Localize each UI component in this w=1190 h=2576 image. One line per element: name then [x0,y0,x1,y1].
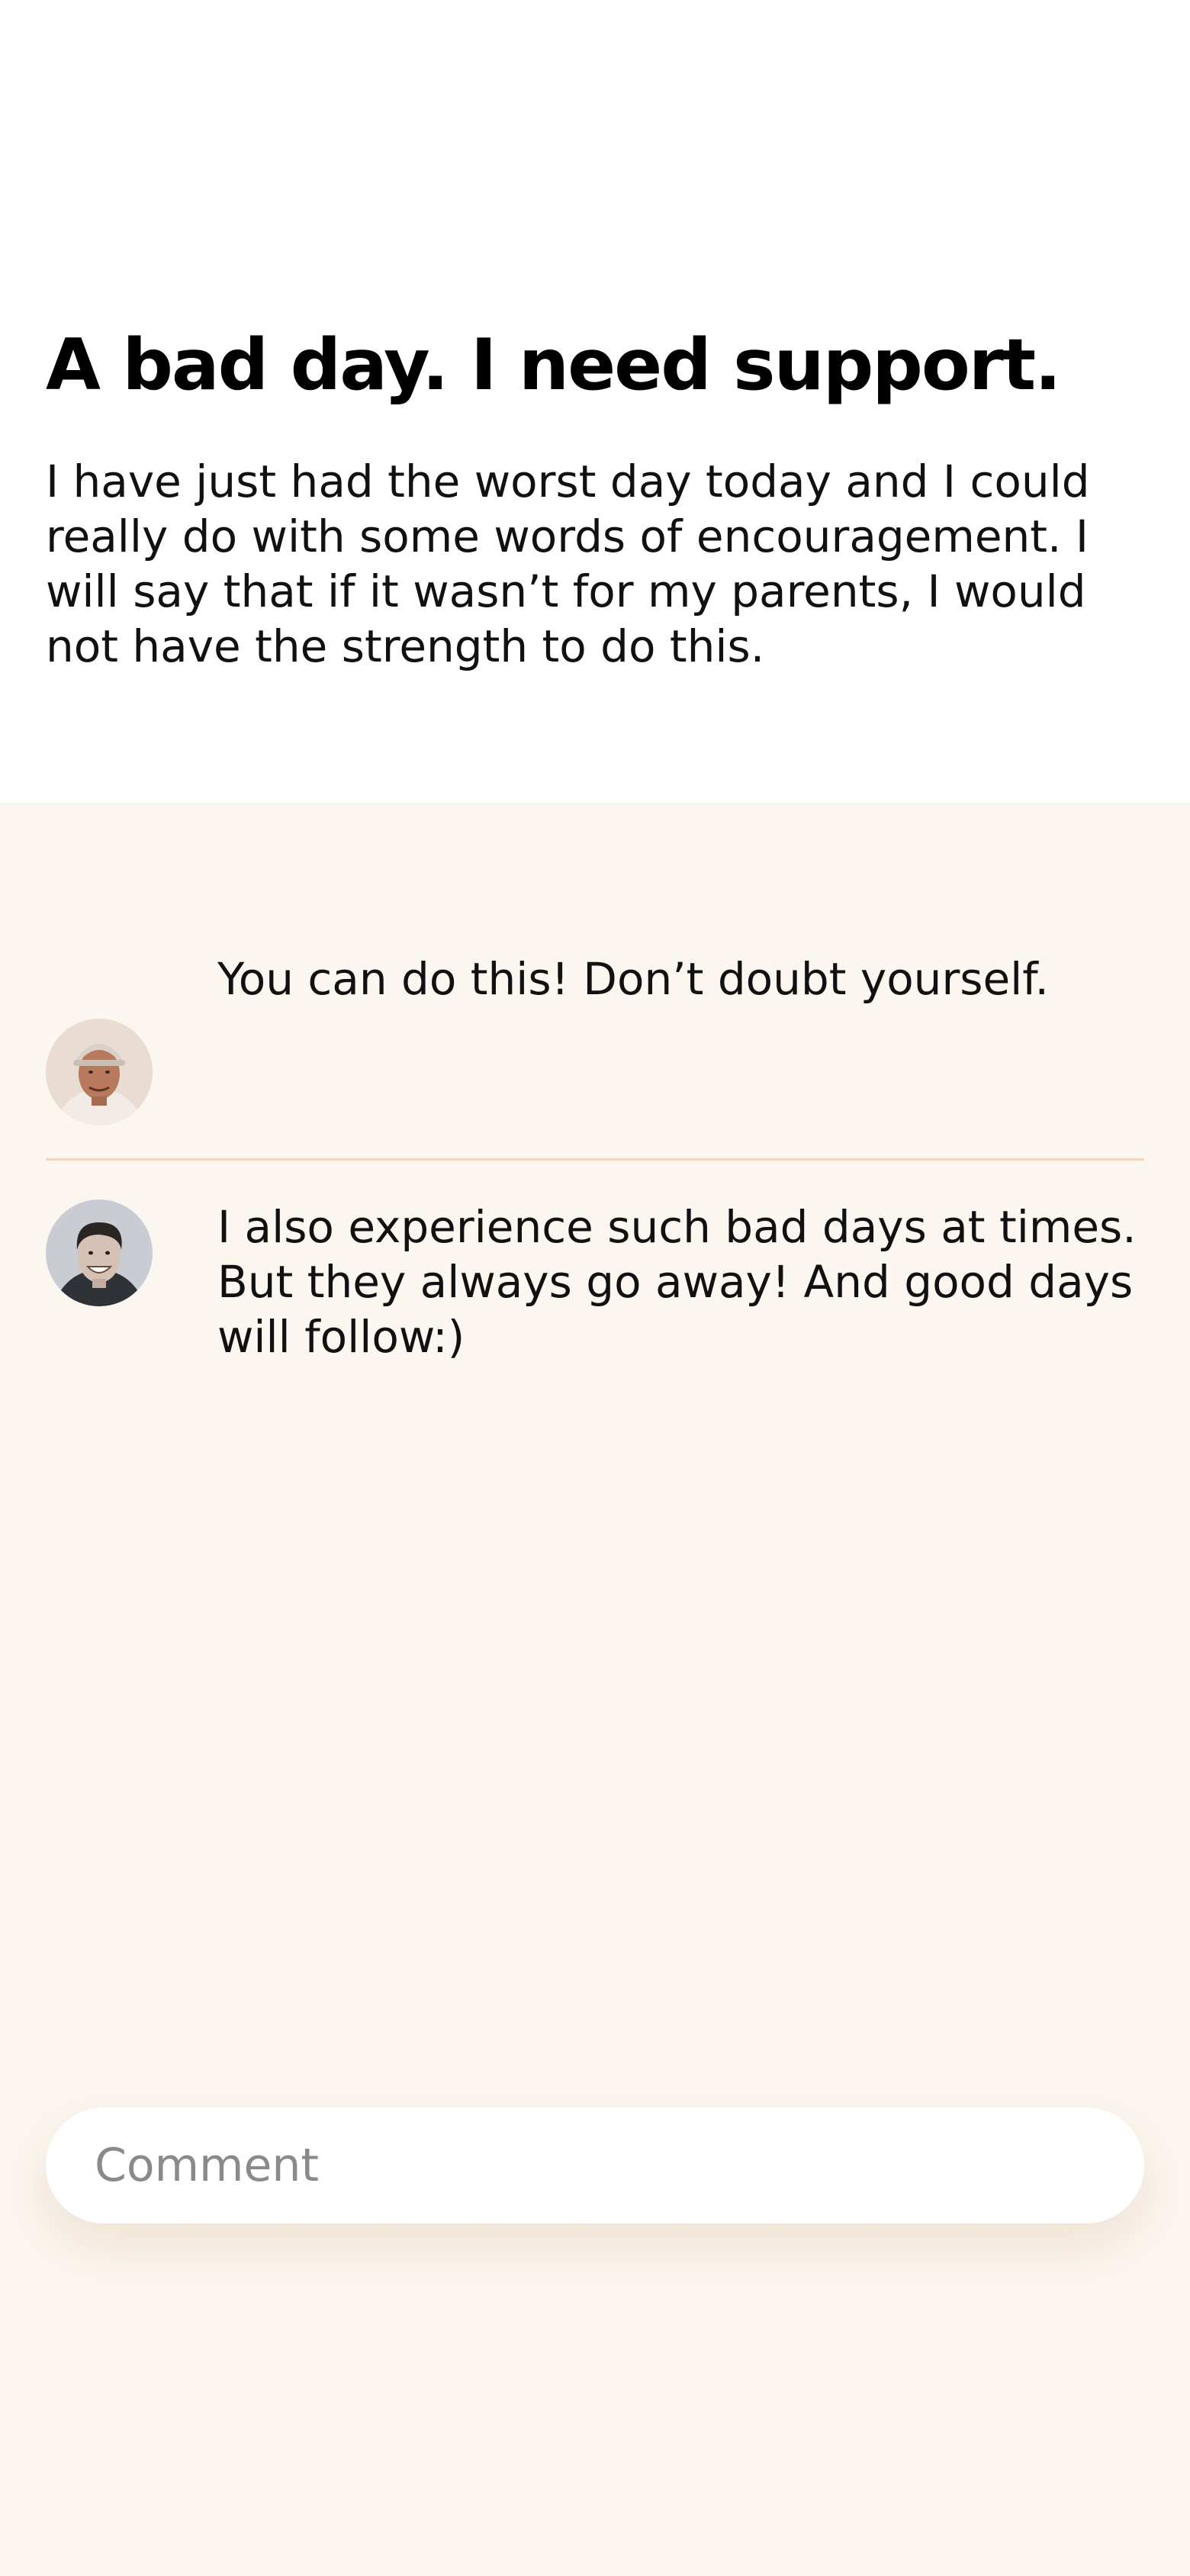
comments-section: You can do this! Don’t doubt yourself. I… [0,803,1190,2576]
avatar-smiling-man-icon [46,1199,153,1306]
avatar[interactable] [46,1019,153,1125]
avatar[interactable] [46,1199,153,1306]
post-title: A bad day. I need support. [46,324,1061,406]
comment-input-container [46,2107,1144,2223]
avatar-older-man-cap-icon [46,1019,153,1125]
post-body: I have just had the worst day today and … [46,456,1090,672]
comment-text: I also experience such bad days at times… [217,1201,1137,1363]
comment-divider [46,1158,1144,1161]
comment-text: You can do this! Don’t doubt yourself. [217,953,1049,1005]
post-section: A bad day. I need support. I have just h… [0,0,1190,803]
comment-input[interactable] [46,2107,1144,2223]
